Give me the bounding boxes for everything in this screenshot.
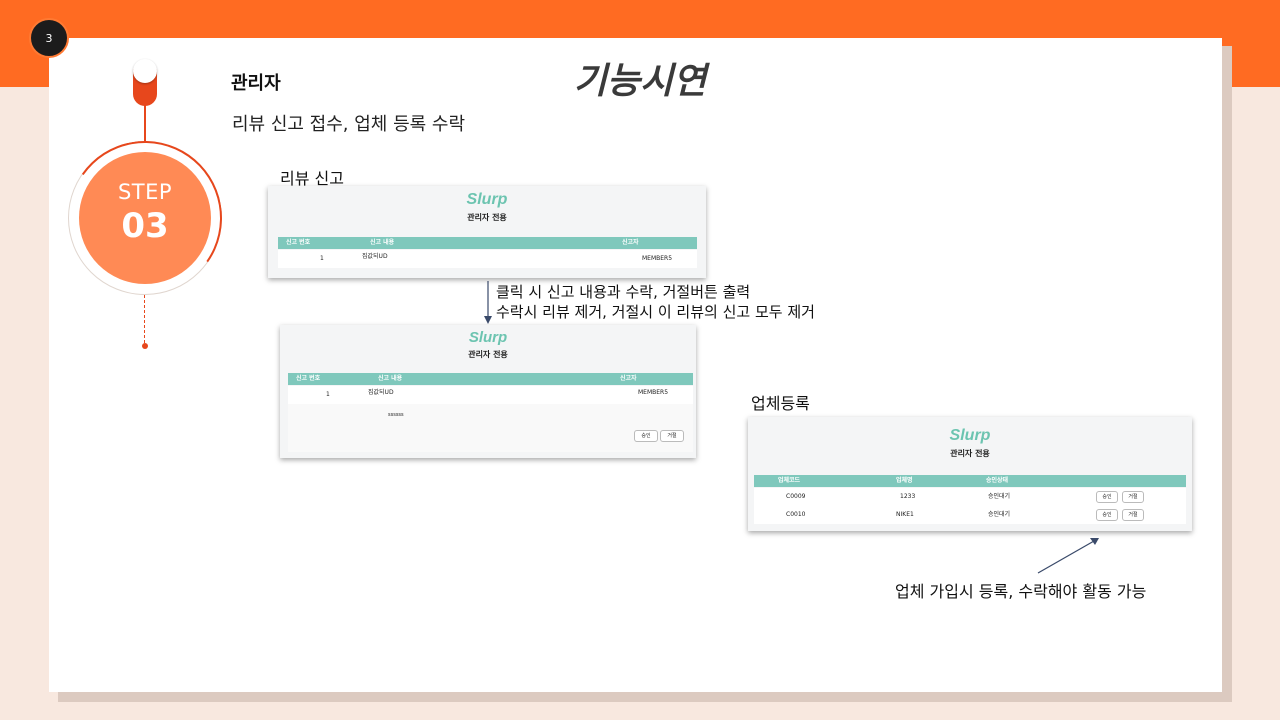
report-detail-panel: ssssss 승인 거절 — [288, 404, 693, 452]
table-row[interactable]: 1 집값되UD MEMBER5 — [278, 250, 697, 268]
report-detail-text: ssssss — [388, 412, 404, 418]
report-table-header: 신고 번호 신고 내용 신고자 — [288, 373, 693, 385]
cell-report-no: 1 — [320, 255, 324, 262]
vendor-section-label: 업체등록 — [751, 394, 810, 413]
step-connector-top — [144, 104, 146, 141]
report-note-line1: 클릭 시 신고 내용과 수락, 거절버튼 출력 — [496, 283, 751, 301]
col-report-content: 신고 내용 — [378, 375, 403, 382]
cell-vendor-name: NIKE1 — [896, 511, 914, 518]
app-logo: Slurp — [949, 427, 991, 444]
step-badge: STEP 03 — [79, 152, 211, 284]
step-word: STEP — [117, 180, 173, 204]
report-list-screenshot: Slurp 관리자 전용 신고 번호 신고 내용 신고자 1 집값되UD MEM… — [268, 186, 706, 278]
report-table-header: 신고 번호 신고 내용 신고자 — [278, 237, 697, 249]
report-note: 클릭 시 신고 내용과 수락, 거절버튼 출력 수락시 리뷰 제거, 거절시 이… — [496, 282, 815, 322]
page-title: 기능시연 — [573, 61, 707, 102]
col-vendor-name: 업체명 — [896, 477, 913, 484]
col-reporter: 신고자 — [622, 239, 639, 246]
reject-button[interactable]: 거절 — [660, 430, 684, 442]
col-vendor-code: 업체코드 — [778, 477, 801, 484]
table-row[interactable]: C0009 1233 승인대기 승인 거절 — [754, 488, 1186, 506]
admin-title: 관리자 전용 — [468, 350, 508, 359]
col-report-no: 신고 번호 — [296, 375, 321, 382]
vendor-list-screenshot: Slurp 관리자 전용 업체코드 업체명 승인상태 C0009 1233 승인… — [748, 417, 1192, 531]
admin-title: 관리자 전용 — [950, 449, 990, 458]
col-reporter: 신고자 — [620, 375, 637, 382]
table-row[interactable]: 1 집값되UD MEMBER5 — [288, 386, 693, 404]
col-report-content: 신고 내용 — [370, 239, 395, 246]
app-logo: Slurp — [468, 329, 508, 346]
step-end-dot — [142, 343, 148, 349]
cell-vendor-code: C0010 — [786, 511, 806, 518]
cell-approval-status: 승인대기 — [988, 511, 1011, 518]
col-report-no: 신고 번호 — [286, 239, 311, 246]
cell-approval-status: 승인대기 — [988, 493, 1011, 500]
accept-button[interactable]: 승인 — [1096, 491, 1118, 503]
reject-button[interactable]: 거절 — [1122, 491, 1144, 503]
step-pin-head — [133, 59, 157, 83]
reject-button[interactable]: 거절 — [1122, 509, 1144, 521]
report-expanded-screenshot: Slurp 관리자 전용 신고 번호 신고 내용 신고자 1 집값되UD MEM… — [280, 325, 696, 458]
cell-report-content: 집값되UD — [362, 253, 388, 260]
cell-report-content: 집값되UD — [368, 389, 394, 396]
accept-button[interactable]: 승인 — [1096, 509, 1118, 521]
admin-title: 관리자 전용 — [467, 213, 507, 222]
role-heading: 관리자 — [231, 73, 281, 94]
app-logo: Slurp — [466, 191, 508, 208]
report-note-line2: 수락시 리뷰 제거, 거절시 이 리뷰의 신고 모두 제거 — [496, 303, 815, 321]
cell-reporter: MEMBER5 — [642, 255, 673, 262]
col-approval-status: 승인상태 — [986, 477, 1009, 484]
cell-reporter: MEMBER5 — [638, 389, 669, 396]
step-number: 03 — [121, 206, 169, 246]
table-row[interactable]: C0010 NIKE1 승인대기 승인 거절 — [754, 506, 1186, 524]
cell-vendor-name: 1233 — [900, 493, 916, 500]
page-subtitle: 리뷰 신고 접수, 업체 등록 수락 — [232, 114, 466, 135]
step-connector-bottom — [144, 295, 145, 343]
cell-report-no: 1 — [326, 391, 330, 398]
vendor-table-header: 업체코드 업체명 승인상태 — [754, 475, 1186, 487]
accept-button[interactable]: 승인 — [634, 430, 658, 442]
page-number-badge: 3 — [29, 18, 69, 58]
vendor-note: 업체 가입시 등록, 수락해야 활동 가능 — [895, 582, 1147, 601]
cell-vendor-code: C0009 — [786, 493, 806, 500]
